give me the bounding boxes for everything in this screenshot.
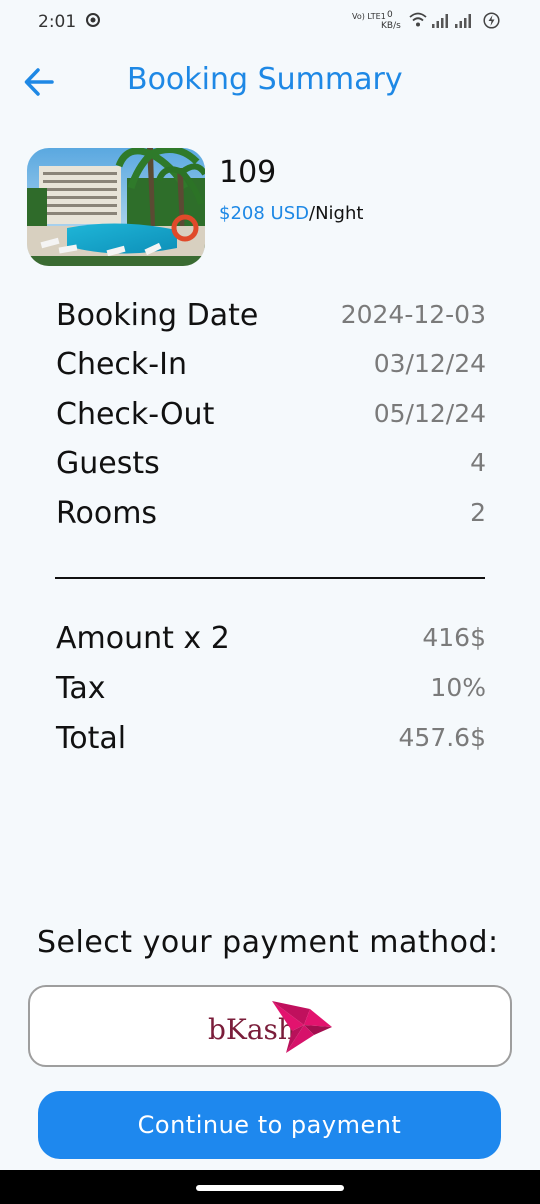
price-unit: /Night: [309, 203, 364, 224]
total-row-tax: Tax 10%: [56, 671, 486, 711]
detail-row-check-out: Check-Out 05/12/24: [56, 397, 486, 437]
price-line: $208 USD/Night: [219, 203, 363, 224]
back-arrow-icon[interactable]: [20, 62, 60, 102]
detail-row-booking-date: Booking Date 2024-12-03: [56, 298, 486, 338]
total-value: 457.6$: [398, 723, 486, 752]
status-icons: Vo) LTE1 0 KB/s: [352, 10, 502, 34]
speed-value: 0: [387, 10, 393, 20]
dnd-icon: [86, 13, 100, 27]
hotel-name: 109: [219, 155, 277, 190]
wifi-icon: [409, 12, 427, 27]
signal-icon-1: [432, 14, 448, 28]
hotel-image: [27, 148, 205, 266]
payment-heading: Select your payment mathod:: [37, 925, 499, 960]
detail-row-check-in: Check-In 03/12/24: [56, 347, 486, 387]
continue-to-payment-button[interactable]: Continue to payment: [38, 1091, 501, 1159]
detail-value: 4: [470, 448, 486, 477]
total-label: Total: [56, 721, 127, 756]
total-value: 10%: [430, 673, 486, 702]
status-time: 2:01: [38, 12, 77, 32]
total-label: Amount x 2: [56, 621, 230, 656]
detail-value: 2024-12-03: [340, 300, 486, 329]
detail-label: Guests: [56, 446, 160, 481]
total-value: 416$: [422, 623, 486, 652]
detail-label: Booking Date: [56, 298, 259, 333]
detail-value: 03/12/24: [373, 349, 486, 378]
total-label: Tax: [56, 671, 106, 706]
speed-unit: KB/s: [381, 21, 401, 31]
home-indicator[interactable]: [196, 1185, 344, 1191]
detail-row-guests: Guests 4: [56, 446, 486, 486]
detail-value: 05/12/24: [373, 399, 486, 428]
network-label: Vo) LTE1: [352, 12, 386, 21]
detail-value: 2: [470, 498, 486, 527]
signal-icon-2: [455, 14, 471, 28]
total-row-amount: Amount x 2 416$: [56, 621, 486, 661]
detail-label: Check-Out: [56, 397, 215, 432]
detail-label: Rooms: [56, 496, 158, 531]
detail-row-rooms: Rooms 2: [56, 496, 486, 536]
bkash-logo-icon: [272, 1001, 332, 1053]
battery-charging-icon: [483, 12, 500, 29]
price-amount: $208 USD: [219, 203, 309, 224]
detail-label: Check-In: [56, 347, 187, 382]
bkash-payment-option[interactable]: bKash: [28, 985, 512, 1067]
total-row-total: Total 457.6$: [56, 721, 486, 761]
divider: [55, 577, 485, 579]
page-title: Booking Summary: [127, 62, 403, 97]
